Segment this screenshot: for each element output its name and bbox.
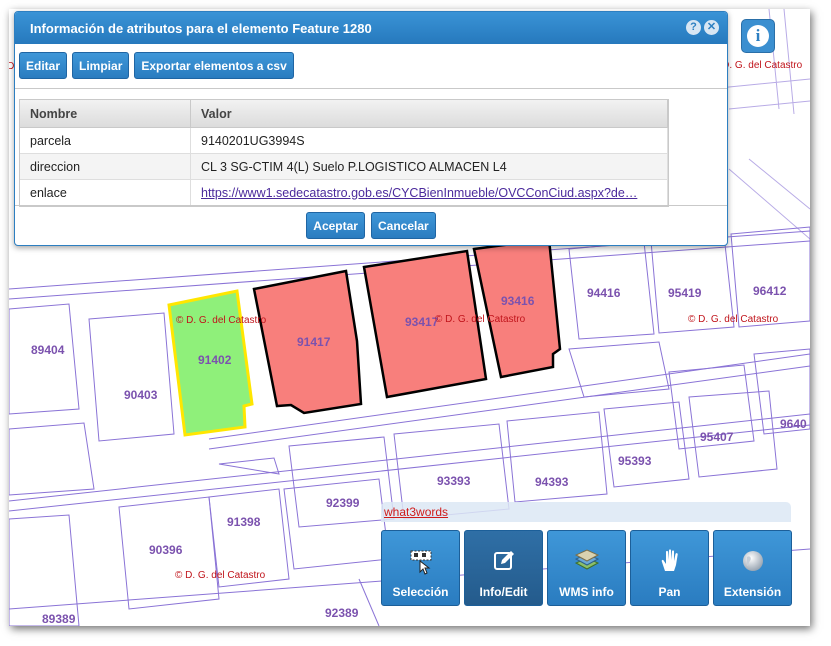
export-csv-button[interactable]: Exportar elementos a csv: [134, 52, 294, 79]
cancel-button[interactable]: Cancelar: [370, 212, 436, 239]
column-header-value[interactable]: Valor: [190, 100, 668, 128]
help-icon[interactable]: ?: [686, 20, 701, 35]
table-row[interactable]: parcela 9140201UG3994S: [20, 127, 668, 154]
attribute-name: parcela: [20, 127, 191, 154]
edit-button[interactable]: Editar: [19, 52, 68, 79]
selection-icon: [410, 550, 431, 575]
what3words-link[interactable]: what3words: [384, 505, 448, 519]
attribute-value: 9140201UG3994S: [190, 127, 668, 154]
attribute-value: CL 3 SG-CTIM 4(L) Suelo P.LOGISTICO ALMA…: [190, 153, 668, 180]
globe-icon: [742, 551, 763, 571]
edit-icon: [493, 551, 514, 570]
tool-pan[interactable]: Pan: [630, 530, 709, 606]
column-header-name[interactable]: Nombre: [20, 100, 191, 128]
tool-label: WMS info: [559, 585, 614, 599]
tool-label: Pan: [658, 585, 681, 599]
tool-info-edit[interactable]: Info/Edit: [464, 530, 543, 606]
dialog-header[interactable]: Información de atributos para el element…: [15, 12, 727, 44]
catastro-attribution: © D. G. del Catastro: [688, 314, 779, 325]
table-row[interactable]: enlace https://www1.sedecatastro.gob.es/…: [20, 179, 668, 206]
parcel-label: 94393: [535, 475, 569, 489]
catastro-attribution: © D. G. del Catastro: [175, 570, 266, 581]
accept-button[interactable]: Aceptar: [306, 212, 365, 239]
parcel-label: 96412: [753, 284, 787, 298]
tool-wms-info[interactable]: WMS info: [547, 530, 626, 606]
tool-seleccion[interactable]: Selección: [381, 530, 460, 606]
attribute-name: enlace: [20, 179, 191, 206]
dialog-toolbar: Editar Limpiar Exportar elementos a csv: [15, 44, 727, 89]
attribute-table: Nombre Valor parcela 9140201UG3994S dire…: [19, 99, 669, 207]
clear-button[interactable]: Limpiar: [72, 52, 130, 79]
layers-icon: [574, 549, 599, 570]
parcel-label: 89404: [31, 343, 65, 357]
parcel-label: 9640: [780, 417, 807, 431]
dialog-title: Información de atributos para el element…: [30, 20, 372, 36]
tool-label: Info/Edit: [479, 585, 528, 599]
cadastre-link[interactable]: https://www1.sedecatastro.gob.es/CYCBien…: [201, 186, 637, 200]
parcel-label: 95419: [668, 286, 702, 300]
tool-label: Extensión: [723, 585, 782, 599]
parcel-label: 92399: [326, 496, 360, 510]
attribute-dialog: Información de atributos para el element…: [14, 11, 728, 246]
tool-panel: Selección Info/Edit WMS info Pan Extensi…: [381, 530, 792, 606]
parcel-label: 95393: [618, 454, 652, 468]
parcel-label: 93417: [405, 315, 439, 329]
app-window: 89404 90403 91402 91417 93417 93416 9441…: [9, 9, 810, 626]
parcel-label: 89389: [42, 612, 76, 626]
parcel-label: 94416: [587, 286, 621, 300]
catastro-attribution: © D. G. del Catastro: [435, 314, 526, 325]
parcel-label: 95407: [700, 430, 734, 444]
parcel-label: 90403: [124, 388, 158, 402]
hand-icon: [661, 549, 678, 571]
parcel-label: 90396: [149, 543, 183, 557]
table-row[interactable]: direccion CL 3 SG-CTIM 4(L) Suelo P.LOGI…: [20, 153, 668, 180]
info-icon: i: [747, 25, 769, 47]
dialog-footer: Aceptar Cancelar: [15, 205, 727, 245]
parcel-label: 93393: [437, 474, 471, 488]
attribute-name: direccion: [20, 153, 191, 180]
tool-label: Selección: [392, 585, 449, 599]
parcel-label: 91417: [297, 335, 331, 349]
parcel-label: 91402: [198, 353, 232, 367]
what3words-bar: what3words: [381, 502, 791, 522]
info-button[interactable]: i: [741, 19, 775, 53]
attribute-value: https://www1.sedecatastro.gob.es/CYCBien…: [190, 179, 668, 206]
parcel-label: 93416: [501, 294, 535, 308]
parcel-label: 92389: [325, 606, 359, 620]
parcel-label: 91398: [227, 515, 261, 529]
tool-extension[interactable]: Extensión: [713, 530, 792, 606]
close-icon[interactable]: ✕: [704, 20, 719, 35]
catastro-attribution: © D. G. del Catastro: [176, 315, 267, 326]
